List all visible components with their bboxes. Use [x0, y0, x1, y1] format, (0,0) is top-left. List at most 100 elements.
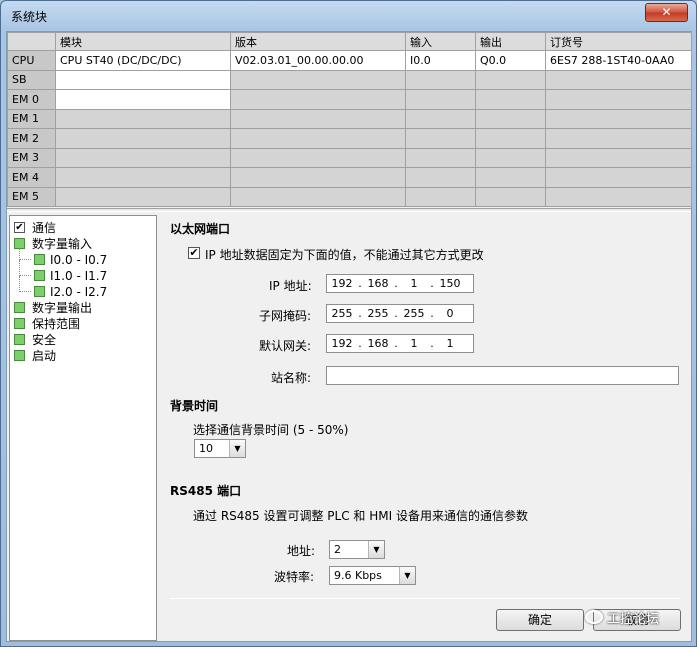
tree-item-i2[interactable]: I2.0 - I2.7 — [10, 276, 156, 300]
close-icon[interactable]: ✕ — [645, 3, 688, 22]
subnet-mask-label: 子网掩码: — [259, 309, 312, 323]
gateway-input[interactable]: 192. 168. 1. 1 — [326, 334, 474, 353]
cell-version — [230, 89, 406, 110]
watermark-text: 工控论坛 — [607, 612, 660, 627]
cell-module[interactable] — [55, 89, 231, 110]
table-row[interactable]: EM 3 — [7, 147, 692, 168]
wechat-logo-icon — [585, 610, 603, 624]
cell-module[interactable] — [55, 167, 231, 188]
table-row[interactable]: EM 1 — [7, 108, 692, 129]
table-row[interactable]: EM 4 — [7, 167, 692, 188]
table-row[interactable]: EM 0 — [7, 89, 692, 110]
title-bar: 系统块 ✕ — [1, 1, 696, 31]
window-client: 模块 版本 输入 输出 订货号 CPU CPU ST40 (DC/DC/DC) … — [6, 31, 692, 642]
table-header-module: 模块 — [55, 32, 231, 51]
tree-item-startup[interactable]: 启动 — [10, 348, 156, 364]
cell-output — [475, 89, 546, 110]
tree-item-i1[interactable]: I1.0 - I1.7 — [10, 260, 156, 284]
ip-octet: 150 — [439, 277, 461, 290]
baud-rate-label: 波特率: — [274, 570, 315, 584]
table-header-row: 模块 版本 输入 输出 订货号 — [7, 32, 692, 51]
tree-item-label: 保持范围 — [32, 317, 81, 331]
cell-version — [230, 128, 406, 149]
cell-order-number — [545, 167, 692, 188]
fixed-ip-checkbox[interactable]: ✔ — [188, 247, 200, 259]
cell-module[interactable] — [55, 69, 231, 90]
cell-module[interactable] — [55, 108, 231, 129]
tree-connector — [19, 260, 31, 276]
mask-octet: 255 — [403, 307, 425, 320]
row-slot: CPU — [7, 50, 56, 71]
tree-item-label: 数字量输出 — [32, 301, 93, 315]
table-row[interactable]: CPU CPU ST40 (DC/DC/DC) V02.03.01_00.00.… — [7, 50, 692, 71]
table-row[interactable]: EM 2 — [7, 128, 692, 149]
module-icon — [14, 302, 25, 313]
table-header-order-number: 订货号 — [545, 32, 692, 51]
tree-item-communication[interactable]: ✔ 通信 — [10, 220, 156, 236]
tree-connector — [19, 248, 31, 260]
cell-input — [405, 108, 476, 129]
table-header-output: 输出 — [475, 32, 546, 51]
address-select[interactable]: 2 ▼ — [329, 540, 385, 559]
table-row[interactable]: EM 5 — [7, 186, 692, 207]
ip-octet: 168 — [367, 277, 389, 290]
gateway-octet: 192 — [331, 337, 353, 350]
ok-button[interactable]: 确定 — [496, 609, 584, 631]
mask-octet: 255 — [367, 307, 389, 320]
tree-connector — [19, 276, 31, 292]
divider — [170, 598, 680, 599]
baud-rate-select[interactable]: 9.6 Kbps ▼ — [329, 566, 416, 585]
ip-octet: 192 — [331, 277, 353, 290]
cell-order-number — [545, 69, 692, 90]
background-time-select[interactable]: 10 ▼ — [194, 439, 246, 458]
cell-order-number — [545, 128, 692, 149]
rs485-port-title: RS485 端口 — [170, 484, 242, 498]
ip-address-label: IP 地址: — [269, 279, 312, 293]
background-time-value: 10 — [199, 442, 213, 455]
table-header-slot — [7, 32, 56, 51]
ip-address-input[interactable]: 192. 168. 1. 150 — [326, 274, 474, 293]
station-name-input[interactable] — [326, 366, 679, 385]
tree-item-i0[interactable]: I0.0 - I0.7 — [10, 248, 156, 268]
address-label: 地址: — [287, 544, 316, 558]
cell-input — [405, 186, 476, 207]
station-name-label: 站名称: — [271, 371, 312, 385]
table-header-version: 版本 — [230, 32, 406, 51]
settings-panel: 以太网端口 ✔ IP 地址数据固定为下面的值，不能通过其它方式更改 IP 地址:… — [159, 215, 691, 641]
table-header-input: 输入 — [405, 32, 476, 51]
window-title: 系统块 — [11, 10, 48, 24]
tree-item-security[interactable]: 安全 — [10, 332, 156, 348]
cell-module[interactable] — [55, 128, 231, 149]
cell-input — [405, 69, 476, 90]
tree-item-label: 通信 — [32, 221, 57, 235]
cell-module[interactable] — [55, 147, 231, 168]
cell-order-number — [545, 108, 692, 129]
cell-version — [230, 167, 406, 188]
module-icon — [14, 318, 25, 329]
cell-input — [405, 128, 476, 149]
module-icon — [34, 286, 45, 297]
cell-module[interactable]: CPU ST40 (DC/DC/DC) — [55, 50, 231, 71]
tree-item-digital-output[interactable]: 数字量输出 — [10, 300, 156, 316]
cell-input — [405, 89, 476, 110]
tree-item-retentive-ranges[interactable]: 保持范围 — [10, 316, 156, 332]
splitter[interactable] — [7, 208, 691, 212]
tree-item-label: 数字量输入 — [32, 237, 93, 251]
cell-order-number — [545, 186, 692, 207]
cell-module[interactable] — [55, 186, 231, 207]
row-slot: EM 2 — [7, 128, 56, 149]
cell-order-number: 6ES7 288-1ST40-0AA0 — [545, 50, 692, 71]
row-slot: EM 4 — [7, 167, 56, 188]
subnet-mask-input[interactable]: 255. 255. 255. 0 — [326, 304, 474, 323]
module-icon — [14, 350, 25, 361]
mask-octet: 255 — [331, 307, 353, 320]
table-row[interactable]: SB — [7, 69, 692, 90]
ethernet-port-title: 以太网端口 — [170, 222, 231, 236]
system-block-window: 系统块 ✕ 模块 版本 输入 输出 订货号 CPU CPU ST40 (DC/D… — [0, 0, 697, 647]
tree-item-label: I0.0 - I0.7 — [50, 253, 108, 267]
row-slot: EM 5 — [7, 186, 56, 207]
tree-item-digital-input[interactable]: 数字量输入 — [10, 236, 156, 252]
module-table: 模块 版本 输入 输出 订货号 CPU CPU ST40 (DC/DC/DC) … — [7, 32, 692, 207]
cell-version — [230, 147, 406, 168]
mask-octet: 0 — [446, 307, 454, 320]
